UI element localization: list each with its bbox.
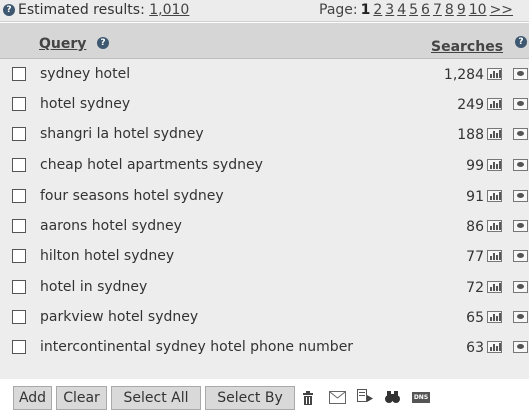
clear-button[interactable]: Clear (56, 386, 107, 410)
eye-icon[interactable] (513, 98, 528, 110)
row-checkbox[interactable] (12, 249, 26, 263)
table-header: Query ? Searches ? (0, 23, 529, 59)
row-checkbox[interactable] (12, 310, 26, 324)
query-column-header[interactable]: Query (39, 36, 86, 52)
bar-chart-icon[interactable] (487, 341, 502, 353)
row-checkbox[interactable] (12, 219, 26, 233)
search-count: 72 (466, 280, 484, 296)
estimated-results-label: Estimated results: (18, 2, 145, 18)
table-row: hotel sydney 249 (0, 89, 529, 121)
envelope-icon[interactable] (329, 391, 346, 405)
search-count: 249 (457, 97, 484, 113)
select-all-button[interactable]: Select All (111, 386, 201, 410)
query-text: four seasons hotel sydney (40, 188, 224, 204)
search-count: 1,284 (443, 67, 484, 83)
page-link-4[interactable]: 4 (397, 2, 406, 18)
page-link-8[interactable]: 8 (445, 2, 454, 18)
searches-column-header[interactable]: Searches (431, 39, 503, 55)
estimated-results-count[interactable]: 1,010 (149, 2, 189, 18)
bar-chart-icon[interactable] (487, 250, 502, 262)
row-checkbox[interactable] (12, 158, 26, 172)
table-row: parkview hotel sydney 65 (0, 302, 529, 334)
page-link-9[interactable]: 9 (457, 2, 466, 18)
binoculars-icon[interactable] (385, 390, 400, 404)
bar-chart-icon[interactable] (487, 281, 502, 293)
query-text: cheap hotel apartments sydney (40, 157, 263, 173)
query-help-icon[interactable]: ? (97, 37, 109, 49)
query-text: hilton hotel sydney (40, 248, 175, 264)
bar-chart-icon[interactable] (487, 98, 502, 110)
row-checkbox[interactable] (12, 189, 26, 203)
row-checkbox[interactable] (12, 280, 26, 294)
eye-icon[interactable] (513, 220, 528, 232)
table-row: intercontinental sydney hotel phone numb… (0, 332, 529, 364)
bar-chart-icon[interactable] (487, 128, 502, 140)
page-link-3[interactable]: 3 (385, 2, 394, 18)
trash-icon[interactable] (302, 391, 314, 405)
estimated-results: Estimated results: 1,010 (18, 2, 189, 18)
eye-icon[interactable] (513, 128, 528, 140)
eye-icon[interactable] (513, 311, 528, 323)
bar-chart-icon[interactable] (487, 220, 502, 232)
page-link-6[interactable]: 6 (421, 2, 430, 18)
bar-chart-icon[interactable] (487, 311, 502, 323)
search-count: 86 (466, 219, 484, 235)
search-count: 65 (466, 310, 484, 326)
search-count: 188 (457, 127, 484, 143)
table-row: cheap hotel apartments sydney 99 (0, 150, 529, 182)
bar-chart-icon[interactable] (487, 190, 502, 202)
select-by-button[interactable]: Select By (205, 386, 295, 410)
row-checkbox[interactable] (12, 127, 26, 141)
table-row: hotel in sydney 72 (0, 272, 529, 304)
query-text: hotel sydney (40, 96, 131, 112)
next-page-link[interactable]: >> (490, 2, 513, 18)
table-row: aarons hotel sydney 86 (0, 211, 529, 243)
page-label: Page: (319, 2, 358, 18)
query-text: aarons hotel sydney (40, 218, 182, 234)
query-text: parkview hotel sydney (40, 309, 199, 325)
page-link-2[interactable]: 2 (373, 2, 382, 18)
dns-icon[interactable]: DNS (412, 392, 430, 403)
search-count: 99 (466, 158, 484, 174)
bar-chart-icon[interactable] (487, 159, 502, 171)
eye-icon[interactable] (513, 250, 528, 262)
table-footer-spacer (0, 363, 529, 379)
query-text: hotel in sydney (40, 279, 148, 295)
searches-help-icon[interactable]: ? (515, 36, 527, 48)
page-link-1[interactable]: 1 (361, 2, 371, 18)
table-row: shangri la hotel sydney 188 (0, 119, 529, 151)
help-icon[interactable]: ? (3, 4, 15, 16)
export-icon[interactable] (357, 389, 374, 403)
action-toolbar: Add Clear Select All Select By DNS (0, 379, 529, 413)
row-checkbox[interactable] (12, 67, 26, 81)
row-checkbox[interactable] (12, 97, 26, 111)
search-count: 63 (466, 340, 484, 356)
query-text: intercontinental sydney hotel phone numb… (40, 339, 354, 355)
query-text: sydney hotel (40, 66, 131, 82)
eye-icon[interactable] (513, 159, 528, 171)
eye-icon[interactable] (513, 190, 528, 202)
page-link-7[interactable]: 7 (433, 2, 442, 18)
table-row: hilton hotel sydney 77 (0, 241, 529, 273)
table-row: sydney hotel 1,284 (0, 59, 529, 91)
page-link-10[interactable]: 10 (469, 2, 487, 18)
bar-chart-icon[interactable] (487, 68, 502, 80)
search-count: 77 (466, 249, 484, 265)
results-bar: ? Estimated results: 1,010 Page: 1 2 3 4 5 6 7 8… (0, 0, 529, 22)
eye-icon[interactable] (513, 341, 528, 353)
add-button[interactable]: Add (13, 386, 52, 410)
eye-icon[interactable] (513, 68, 528, 80)
page-link-5[interactable]: 5 (409, 2, 418, 18)
query-text: shangri la hotel sydney (40, 126, 204, 142)
search-count: 91 (466, 189, 484, 205)
row-checkbox[interactable] (12, 340, 26, 354)
eye-icon[interactable] (513, 281, 528, 293)
pagination: Page: 1 2 3 4 5 6 7 8 9 10 >> (319, 2, 513, 18)
table-row: four seasons hotel sydney 91 (0, 181, 529, 213)
